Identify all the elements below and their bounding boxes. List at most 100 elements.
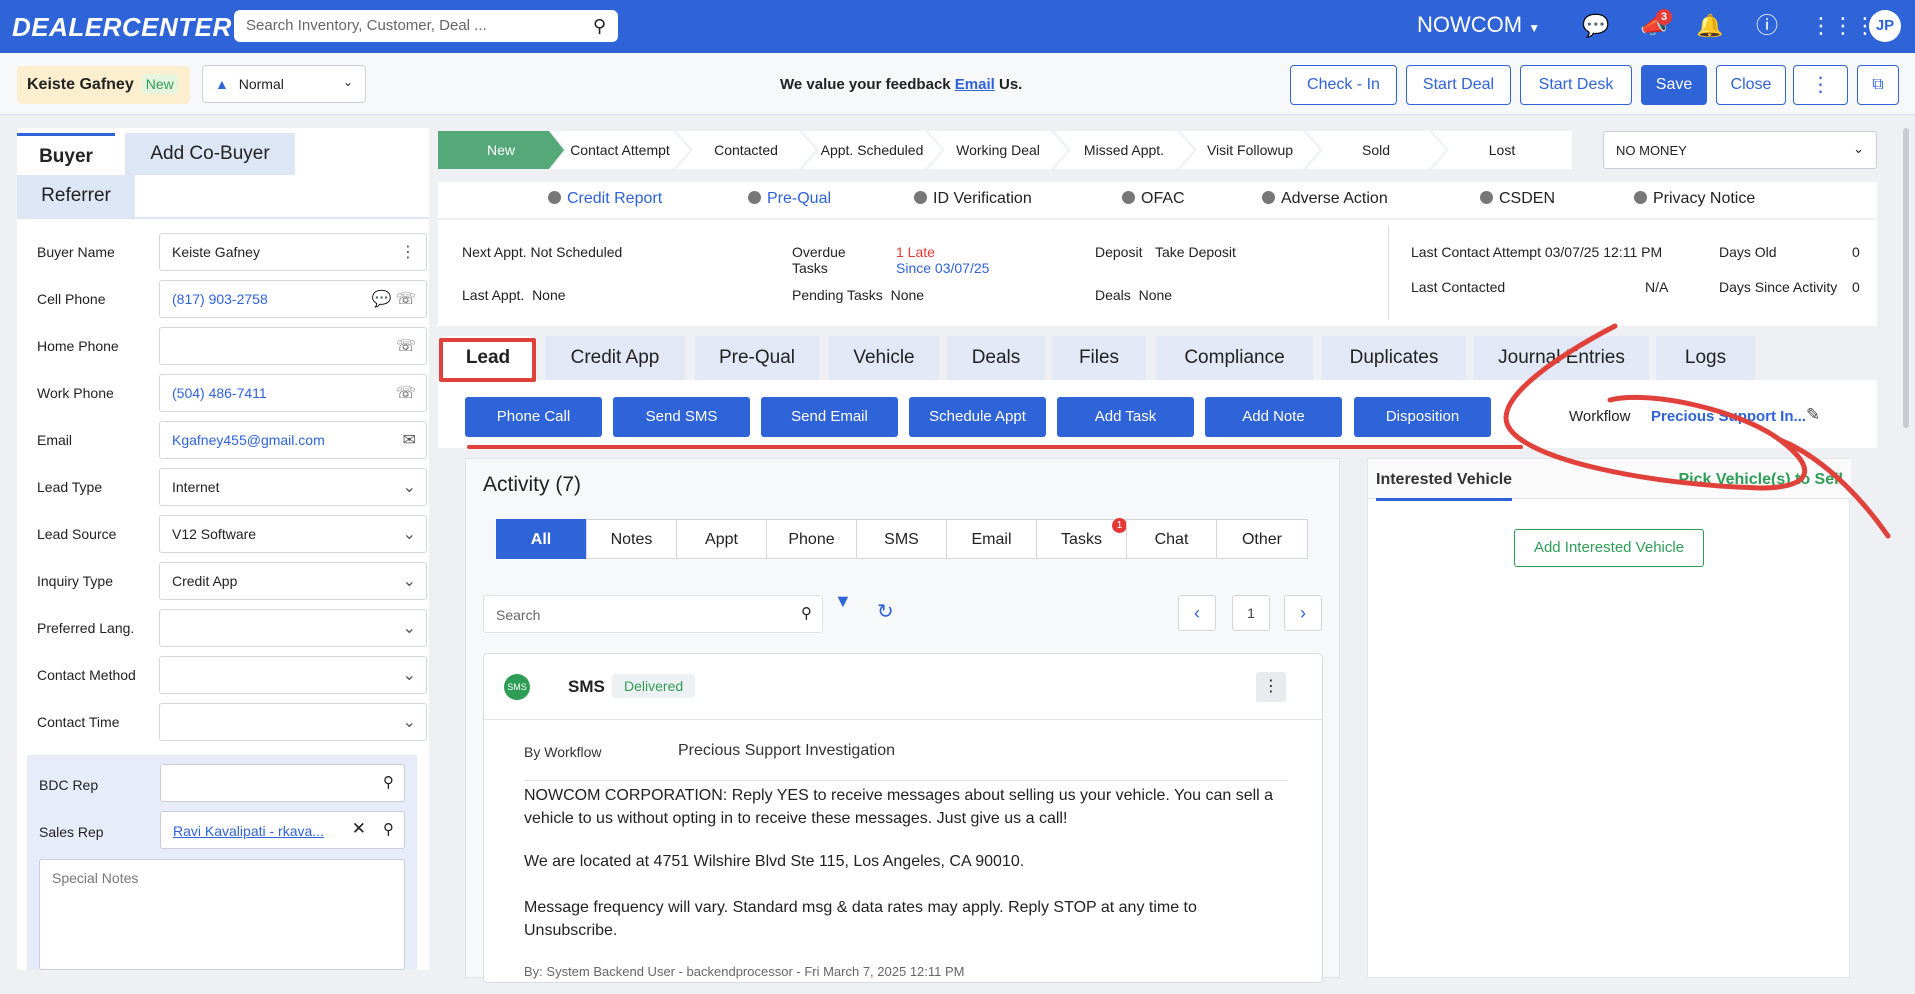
close-button[interactable]: Close: [1716, 65, 1786, 105]
tab-journal-entries[interactable]: Journal Entries: [1474, 336, 1649, 380]
cell-phone-input[interactable]: (817) 903-2758 💬 ☏: [159, 280, 427, 318]
page-number[interactable]: 1: [1232, 595, 1270, 631]
filter-all[interactable]: All: [496, 519, 586, 559]
work-phone-input[interactable]: (504) 486-7411 ☏: [159, 374, 427, 412]
kebab-icon[interactable]: ⋮: [400, 242, 416, 262]
contact-time-select[interactable]: ⌄: [159, 703, 427, 741]
stage-new[interactable]: New: [438, 131, 564, 169]
tab-buyer[interactable]: Buyer: [17, 133, 115, 175]
privacy-notice-link[interactable]: Privacy Notice: [1634, 190, 1755, 208]
tab-credit-app[interactable]: Credit App: [545, 336, 685, 380]
stage-missed-appt[interactable]: Missed Appt.: [1054, 131, 1194, 169]
tab-referrer[interactable]: Referrer: [17, 175, 135, 217]
phone-icon[interactable]: ☏: [396, 336, 416, 356]
inquiry-type-select[interactable]: Credit App ⌄: [159, 562, 427, 600]
email-input[interactable]: Kgafney455@gmail.com ✉: [159, 421, 427, 459]
overdue-value[interactable]: 1 Late: [896, 244, 935, 260]
tab-add-co-buyer[interactable]: Add Co-Buyer: [125, 133, 295, 175]
phone-call-button[interactable]: Phone Call: [465, 397, 602, 437]
refresh-icon[interactable]: ↻: [877, 599, 894, 624]
filter-appt[interactable]: Appt: [676, 519, 767, 559]
lead-source-select[interactable]: V12 Software ⌄: [159, 515, 427, 553]
send-sms-button[interactable]: Send SMS: [613, 397, 750, 437]
disposition-button[interactable]: Disposition: [1354, 397, 1491, 437]
id-verification-link[interactable]: ID Verification: [914, 190, 1032, 208]
filter-chat[interactable]: Chat: [1126, 519, 1217, 559]
tab-pre-qual[interactable]: Pre-Qual: [695, 336, 819, 380]
filter-other[interactable]: Other: [1216, 519, 1308, 559]
bdc-rep-input[interactable]: ⚲: [160, 764, 405, 802]
stage-working-deal[interactable]: Working Deal: [928, 131, 1068, 169]
lead-type-select[interactable]: Internet ⌄: [159, 468, 427, 506]
tab-interested-vehicle[interactable]: Interested Vehicle: [1376, 471, 1513, 501]
scrollbar[interactable]: [1903, 128, 1909, 428]
pre-qual-link[interactable]: Pre-Qual: [748, 190, 831, 208]
company-switcher[interactable]: NOWCOM ▼: [1417, 12, 1540, 38]
stage-contact-attempt[interactable]: Contact Attempt: [550, 131, 690, 169]
add-note-button[interactable]: Add Note: [1205, 397, 1342, 437]
search-icon[interactable]: ⚲: [383, 773, 394, 791]
special-notes-textarea[interactable]: Special Notes: [39, 859, 405, 970]
avatar[interactable]: JP: [1869, 10, 1901, 42]
logo[interactable]: DEALERCENTER: [12, 12, 232, 43]
stage-lost[interactable]: Lost: [1432, 131, 1572, 169]
filter-icon[interactable]: ▼: [834, 591, 852, 612]
preferred-lang-select[interactable]: ⌄: [159, 609, 427, 647]
next-page-button[interactable]: ›: [1284, 595, 1322, 631]
search-icon[interactable]: ⚲: [593, 16, 606, 37]
ofac-link[interactable]: OFAC: [1122, 190, 1185, 208]
apps-grid-icon[interactable]: ⋮⋮⋮: [1810, 12, 1876, 40]
stage-contacted[interactable]: Contacted: [676, 131, 816, 169]
tab-compliance[interactable]: Compliance: [1156, 336, 1313, 380]
tab-pick-vehicles[interactable]: Pick Vehicle(s) to Sell: [1678, 471, 1843, 489]
check-in-button[interactable]: Check - In: [1290, 65, 1397, 105]
tab-deals[interactable]: Deals: [947, 336, 1045, 380]
filter-notes[interactable]: Notes: [586, 519, 677, 559]
filter-sms[interactable]: SMS: [856, 519, 947, 559]
contact-method-select[interactable]: ⌄: [159, 656, 427, 694]
global-search-input[interactable]: Search Inventory, Customer, Deal ... ⚲: [234, 10, 618, 42]
mail-icon[interactable]: ✉: [403, 430, 416, 450]
edit-pencil-icon[interactable]: ✎: [1806, 405, 1820, 425]
stage-appt-scheduled[interactable]: Appt. Scheduled: [802, 131, 942, 169]
stage-sold[interactable]: Sold: [1306, 131, 1446, 169]
tab-lead[interactable]: Lead: [442, 336, 534, 380]
help-icon[interactable]: ⓘ: [1753, 12, 1781, 40]
csden-link[interactable]: CSDEN: [1480, 190, 1555, 208]
sales-rep-value[interactable]: Ravi Kavalipati - rkava...: [173, 823, 324, 839]
activity-search-input[interactable]: Search ⚲: [483, 595, 823, 633]
credit-report-link[interactable]: Credit Report: [548, 190, 662, 208]
tab-logs[interactable]: Logs: [1656, 336, 1755, 380]
sms-call-icons[interactable]: 💬 ☏: [372, 289, 416, 309]
phone-icon[interactable]: ☏: [396, 383, 416, 403]
workflow-link[interactable]: Precious Support In...: [1651, 408, 1806, 425]
start-desk-button[interactable]: Start Desk: [1520, 65, 1632, 105]
tab-vehicle[interactable]: Vehicle: [829, 336, 939, 380]
take-deposit-link[interactable]: Take Deposit: [1155, 244, 1236, 260]
buyer-name-input[interactable]: Keiste Gafney ⋮: [159, 233, 427, 271]
prev-page-button[interactable]: ‹: [1178, 595, 1216, 631]
bell-icon[interactable]: 🔔: [1696, 12, 1724, 40]
tab-duplicates[interactable]: Duplicates: [1322, 336, 1466, 380]
add-task-button[interactable]: Add Task: [1057, 397, 1194, 437]
more-options-icon[interactable]: ⋮: [1793, 65, 1848, 105]
open-new-window-icon[interactable]: ⧉: [1857, 65, 1899, 105]
clear-icon[interactable]: ✕: [352, 819, 366, 839]
send-email-button[interactable]: Send Email: [761, 397, 898, 437]
status-select[interactable]: NO MONEY ⌄: [1603, 131, 1877, 169]
priority-select[interactable]: ▲ Normal ⌄: [202, 65, 366, 103]
start-deal-button[interactable]: Start Deal: [1406, 65, 1511, 105]
more-options-icon[interactable]: ⋮: [1256, 672, 1286, 702]
filter-email[interactable]: Email: [946, 519, 1037, 559]
filter-phone[interactable]: Phone: [766, 519, 857, 559]
schedule-appt-button[interactable]: Schedule Appt: [909, 397, 1046, 437]
search-icon[interactable]: ⚲: [801, 604, 812, 622]
save-button[interactable]: Save: [1641, 65, 1707, 105]
feedback-email-link[interactable]: Email: [955, 76, 995, 93]
chat-icon[interactable]: 💬: [1582, 12, 1610, 40]
home-phone-input[interactable]: ☏: [159, 327, 427, 365]
search-icon[interactable]: ⚲: [383, 820, 394, 838]
adverse-action-link[interactable]: Adverse Action: [1262, 190, 1388, 208]
sales-rep-input[interactable]: Ravi Kavalipati - rkava... ✕ ⚲: [160, 811, 405, 849]
tab-files[interactable]: Files: [1052, 336, 1146, 380]
